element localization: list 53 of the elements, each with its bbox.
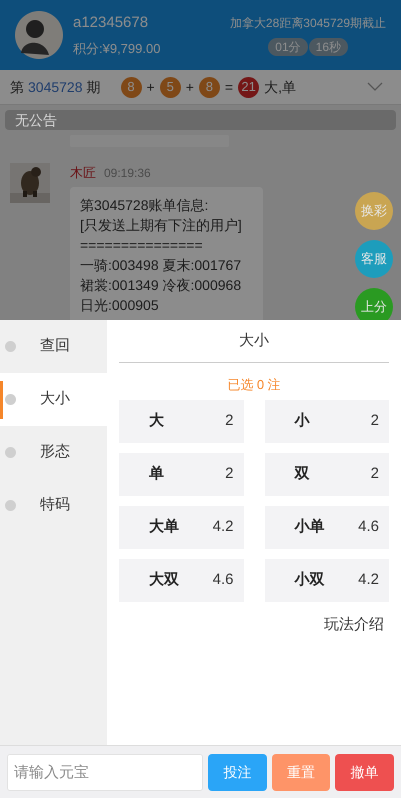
sender-name: 木匠 [70,164,96,182]
option-odds: 2 [370,464,379,484]
option-odds: 2 [370,410,379,431]
option-label: 双 [294,464,310,484]
option-label: 小双 [294,570,324,590]
active-indicator [0,381,3,419]
message-line: =============== [80,236,204,254]
message-line: 日光:000905 [80,296,160,314]
period-number: 3045728 [28,78,83,96]
option-label: 大 [149,410,164,431]
chevron-down-icon[interactable] [367,82,383,92]
option-odds: 4.2 [358,570,379,590]
option-label: 大双 [149,570,179,590]
option-label: 单 [149,464,164,484]
bet-option[interactable]: 小 2 [264,400,389,442]
option-odds: 4.6 [358,516,379,537]
period-suffix: 期 [86,78,101,96]
minutes-badge: 01分 [268,38,308,56]
bet-option[interactable]: 大单 4.2 [119,506,244,548]
bet-option[interactable]: 大 2 [119,400,244,442]
option-odds: 4.2 [212,516,234,537]
option-label: 大单 [149,516,179,537]
bet-option[interactable]: 小单 4.6 [264,506,389,548]
operator: = [224,78,234,96]
bet-option[interactable]: 单 2 [119,452,244,496]
operator: + [146,78,156,96]
countdown-label: 加拿大28距离3045729期截止 [230,15,386,32]
message-line: [只发送上期有下注的用户] [80,216,243,234]
option-odds: 2 [225,410,234,431]
amount-field[interactable]: 请输入元宝 [7,754,203,790]
message-line: 裙裳:001349 冷夜:000968 [80,276,242,294]
message-line: 一骑:003498 夏末:001767 [80,256,242,274]
avatar-icon [15,11,63,59]
bet-option[interactable]: 小双 4.2 [264,558,389,602]
bet-option[interactable]: 双 2 [264,452,389,496]
rules-link[interactable]: 玩法介绍 [324,614,384,636]
panel-title: 大小 [119,320,389,363]
seconds-badge: 16秒 [308,38,348,56]
option-label: 小单 [294,516,324,537]
username: a12345678 [73,13,150,33]
operator: + [184,78,195,96]
announcement-bar: 无公告 [5,110,396,130]
selected-count: 已选 0 注 [226,376,282,394]
period-prefix: 第 [10,78,24,96]
option-odds: 4.6 [212,570,234,590]
message-line: 第3045728账单信息: [80,196,210,214]
action-button[interactable]: 撤单 [335,754,394,790]
points-balance: 积分:¥9,799.00 [73,40,162,58]
bet-option[interactable]: 大双 4.6 [119,558,244,602]
option-odds: 2 [225,464,234,484]
option-label: 小 [294,410,310,431]
category-tab[interactable]: 大小 [0,373,107,426]
result-text: 大,单 [264,78,296,96]
